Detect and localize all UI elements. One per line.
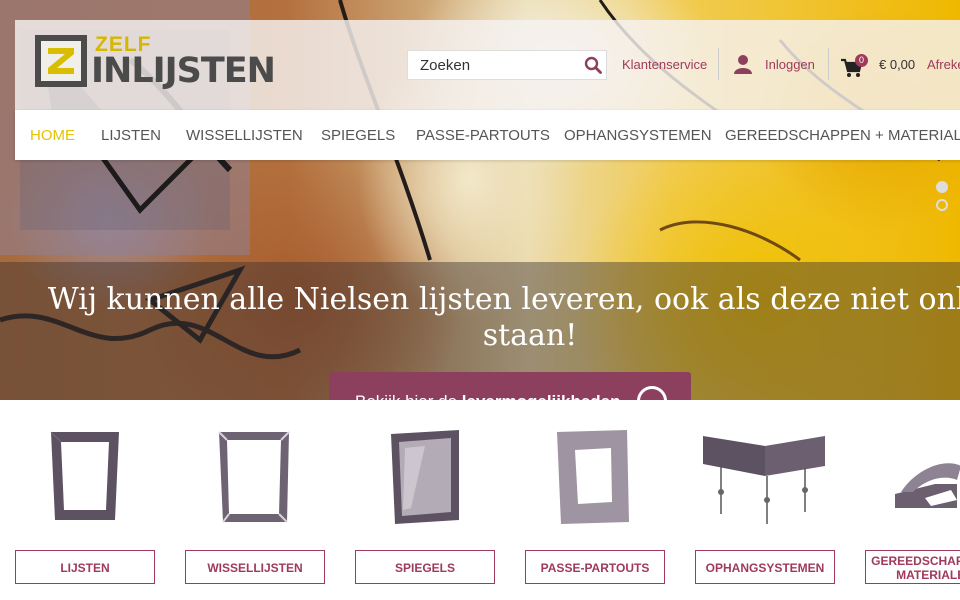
- nav-item-wissellijsten[interactable]: WISSELLIJSTEN: [186, 127, 303, 144]
- category-button-gereedschappen[interactable]: GEREEDSCHAPPEN + MATERIALEN: [865, 550, 960, 584]
- slider-dot-active[interactable]: [936, 199, 948, 211]
- clip-frame-image[interactable]: [185, 428, 325, 528]
- hanging-system-image[interactable]: [695, 428, 835, 528]
- frame-image[interactable]: [15, 428, 155, 528]
- cart-count-badge: 0: [855, 54, 868, 67]
- hero-title: Wij kunnen alle Nielsen lijsten leveren,…: [47, 282, 960, 353]
- stapler-tool-image[interactable]: [865, 428, 960, 528]
- slider-dot[interactable]: [936, 181, 948, 193]
- login-link[interactable]: Inloggen: [765, 57, 815, 72]
- mirror-image[interactable]: [355, 428, 495, 528]
- logo[interactable]: ZELF INLIJSTEN: [35, 33, 276, 93]
- logo-mark-icon: [35, 35, 87, 87]
- nav-item-lijsten[interactable]: LIJSTEN: [101, 127, 161, 144]
- hero-cta-button[interactable]: Bekijk hier de levermogelijkheden: [329, 372, 691, 400]
- nav-item-passe-partouts[interactable]: PASSE-PARTOUTS: [416, 127, 550, 144]
- search-box: [407, 50, 607, 80]
- customer-service-link[interactable]: Klantenservice: [622, 57, 707, 72]
- main-nav: HOME LIJSTEN WISSELLIJSTEN SPIEGELS PASS…: [15, 110, 960, 160]
- category-grid: LIJSTEN WISSELLIJSTEN SPIEGELS PASSE-PAR…: [0, 400, 960, 600]
- mat-board-image[interactable]: [525, 428, 665, 528]
- hero-cta-strong: levermogelijkheden: [462, 392, 621, 400]
- logo-main-text: INLIJSTEN: [91, 51, 276, 91]
- category-button-passe-partouts[interactable]: PASSE-PARTOUTS: [525, 550, 665, 584]
- slider-dots: [936, 180, 960, 216]
- category-button-ophangsystemen[interactable]: OPHANGSYSTEMEN: [695, 550, 835, 584]
- search-input[interactable]: [408, 51, 578, 79]
- search-icon[interactable]: [584, 56, 602, 74]
- nav-item-ophangsystemen[interactable]: OPHANGSYSTEMEN: [564, 127, 712, 144]
- nav-item-spiegels[interactable]: SPIEGELS: [321, 127, 395, 144]
- nav-item-home[interactable]: HOME: [30, 127, 75, 144]
- hero-cta-prefix: Bekijk hier de: [355, 392, 462, 400]
- category-button-spiegels[interactable]: SPIEGELS: [355, 550, 495, 584]
- nav-item-gereedschappen[interactable]: GEREEDSCHAPPEN + MATERIALEN: [725, 127, 960, 144]
- header-divider: [718, 48, 719, 80]
- arrow-circle-icon: [637, 386, 667, 400]
- cart-total[interactable]: € 0,00: [879, 57, 915, 72]
- user-icon[interactable]: [733, 54, 753, 74]
- header-divider: [828, 48, 829, 80]
- checkout-link[interactable]: Afreke: [927, 57, 960, 72]
- category-button-lijsten[interactable]: LIJSTEN: [15, 550, 155, 584]
- category-button-wissellijsten[interactable]: WISSELLIJSTEN: [185, 550, 325, 584]
